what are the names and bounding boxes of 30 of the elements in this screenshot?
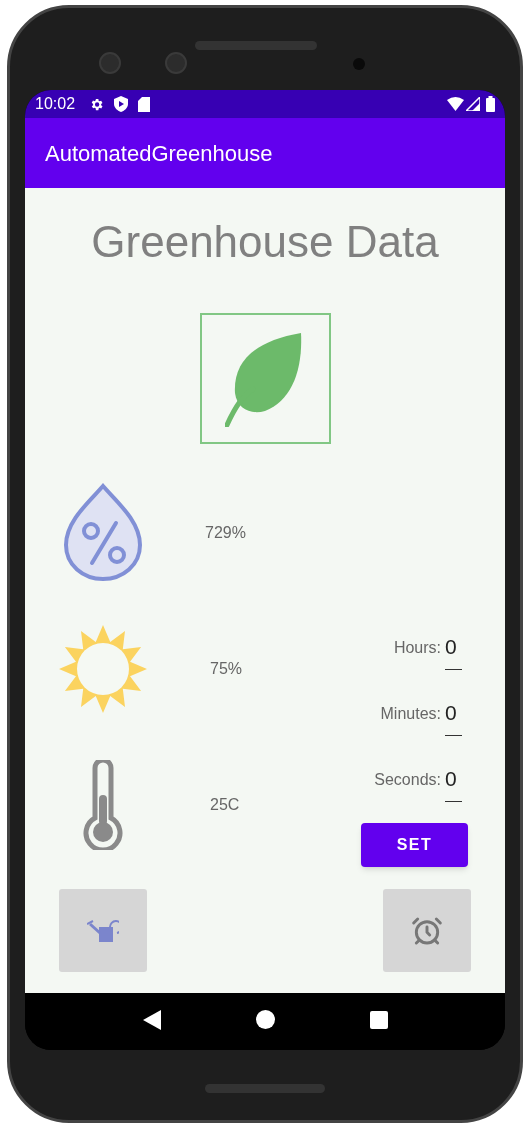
sensor-reading: 25C — [210, 795, 240, 815]
field-label: Hours: — [393, 638, 441, 658]
recents-icon[interactable] — [369, 1010, 388, 1029]
battery-icon — [486, 96, 495, 112]
set-button[interactable]: SET — [361, 823, 468, 867]
watering-can-icon — [87, 918, 119, 943]
sensor-reading: 729% — [205, 523, 246, 543]
back-icon[interactable] — [142, 1009, 161, 1030]
settings-icon — [89, 96, 105, 112]
field-label: Minutes: — [380, 704, 441, 724]
alarm-button[interactable] — [383, 889, 471, 972]
number-field[interactable]: 0 — [445, 696, 462, 736]
humidity-drop-icon — [62, 483, 144, 583]
shield-play-icon — [114, 96, 129, 112]
front-camera — [165, 52, 187, 74]
sd-card-icon — [138, 96, 151, 112]
number-field[interactable]: 0 — [445, 762, 462, 802]
signal-icon — [466, 97, 480, 111]
sun-icon — [59, 625, 147, 713]
field-label: Seconds: — [374, 770, 441, 790]
screen-heading: Greenhouse Data — [91, 216, 439, 268]
status-time: 10:02 — [35, 94, 76, 114]
sensor-reading: 75% — [210, 659, 243, 679]
app-title: AutomatedGreenhouse — [45, 139, 273, 168]
alarm-clock-icon — [411, 914, 443, 947]
thermometer-icon — [83, 760, 123, 850]
home-icon[interactable] — [255, 1010, 275, 1029]
number-field[interactable]: 0 — [445, 630, 462, 670]
wifi-icon — [447, 97, 464, 111]
front-camera — [99, 52, 121, 74]
